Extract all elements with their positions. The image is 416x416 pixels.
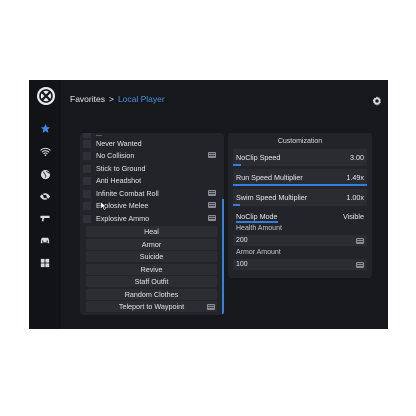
- breadcrumb: Favorites > Local Player: [70, 94, 165, 104]
- gear-icon[interactable]: [372, 96, 382, 106]
- checkbox[interactable]: [83, 189, 91, 198]
- logo: [37, 87, 55, 105]
- globe-icon[interactable]: [38, 167, 52, 181]
- checkbox[interactable]: [83, 214, 91, 223]
- breadcrumb-separator: >: [108, 94, 114, 104]
- slider-fill: [233, 164, 242, 166]
- field-value: 200: [236, 237, 248, 244]
- option-label: Infinite Combat Roll: [96, 189, 159, 198]
- field-value: 100: [236, 261, 248, 268]
- option-never-wanted[interactable]: Never Wanted: [83, 138, 220, 149]
- armor-amount-input[interactable]: 100: [233, 259, 367, 270]
- option-label: No Collision: [96, 151, 135, 160]
- keyboard-icon[interactable]: [356, 238, 364, 244]
- run-speed-multiplier-slider[interactable]: Run Speed Multiplier 1.49x: [233, 169, 367, 186]
- grid-icon[interactable]: [38, 256, 52, 270]
- star-icon[interactable]: [38, 121, 52, 135]
- keyboard-icon[interactable]: [208, 202, 216, 208]
- select-value: Visible: [342, 212, 364, 221]
- checkbox[interactable]: [83, 176, 91, 185]
- heal-button[interactable]: Heal: [86, 226, 217, 237]
- car-icon[interactable]: [38, 233, 52, 247]
- noclip-mode-select[interactable]: NoClip Mode Visible: [233, 209, 367, 223]
- option-label: Explosive Ammo: [96, 214, 150, 223]
- health-amount-input[interactable]: 200: [233, 235, 367, 246]
- noclip-speed-slider[interactable]: NoClip Speed 3.00: [233, 149, 367, 166]
- select-label: NoClip Mode: [236, 212, 278, 221]
- option-explosive-ammo[interactable]: Explosive Ammo: [83, 213, 220, 224]
- checkbox[interactable]: [83, 133, 91, 138]
- suicide-button[interactable]: Suicide: [86, 251, 217, 262]
- slider-fill: [233, 184, 367, 186]
- option-label: Anti Headshot: [96, 176, 142, 185]
- mouse-cursor-icon: [100, 201, 107, 211]
- customization-title: Customization: [277, 138, 323, 145]
- keyboard-icon[interactable]: [208, 215, 216, 221]
- slider-value: 1.49x: [346, 173, 364, 182]
- health-amount-label: Health Amount: [236, 225, 282, 232]
- checkbox[interactable]: [83, 151, 91, 160]
- sidebar: [29, 80, 61, 329]
- teleport-to-waypoint-button[interactable]: Teleport to Waypoint: [86, 301, 217, 312]
- eye-icon[interactable]: [38, 189, 52, 203]
- keyboard-icon[interactable]: [208, 152, 216, 158]
- swim-speed-multiplier-slider[interactable]: Swim Speed Multiplier 1.00x: [233, 189, 367, 206]
- option-stick-to-ground[interactable]: Stick to Ground: [83, 163, 220, 174]
- mod-menu-window: Favorites > Local Player ... Never Wanted …: [29, 80, 388, 329]
- keyboard-icon[interactable]: [207, 304, 215, 310]
- options-list[interactable]: ... Never Wanted No Collision Stick to G…: [80, 133, 224, 315]
- armor-button[interactable]: Armor: [86, 239, 217, 250]
- slider-value: 3.00: [350, 153, 364, 162]
- revive-button[interactable]: Revive: [86, 264, 217, 275]
- slider-label: NoClip Speed: [236, 153, 281, 162]
- armor-amount-label: Armor Amount: [236, 249, 281, 256]
- keyboard-icon[interactable]: [356, 262, 364, 268]
- option-anti-headshot[interactable]: Anti Headshot: [83, 175, 220, 186]
- checkbox[interactable]: [83, 164, 91, 173]
- option-label: Stick to Ground: [96, 164, 146, 173]
- scrollbar[interactable]: [222, 199, 224, 314]
- player-options-panel: ... Never Wanted No Collision Stick to G…: [80, 133, 224, 315]
- checkbox[interactable]: [83, 201, 91, 210]
- keyboard-icon[interactable]: [208, 190, 216, 196]
- slider-label: Run Speed Multiplier: [236, 173, 303, 182]
- select-underline: [236, 221, 278, 223]
- option-label: Never Wanted: [96, 139, 142, 148]
- slider-label: Swim Speed Multiplier: [236, 193, 308, 202]
- customization-panel: Customization NoClip Speed 3.00 Run Spee…: [228, 133, 372, 278]
- breadcrumb-current: Local Player: [117, 94, 165, 104]
- teleport-row: Teleport to Waypoint: [86, 301, 217, 312]
- gun-icon[interactable]: [38, 211, 52, 225]
- random-clothes-button[interactable]: Random Clothes: [86, 289, 217, 300]
- breadcrumb-root[interactable]: Favorites: [70, 94, 105, 104]
- checkbox[interactable]: [83, 139, 91, 148]
- wifi-icon[interactable]: [38, 144, 52, 158]
- slider-fill: [233, 204, 240, 206]
- option-no-collision[interactable]: No Collision: [83, 150, 220, 161]
- option-infinite-combat-roll[interactable]: Infinite Combat Roll: [83, 188, 220, 199]
- slider-value: 1.00x: [346, 193, 364, 202]
- staff-outfit-button[interactable]: Staff Outfit: [86, 276, 217, 287]
